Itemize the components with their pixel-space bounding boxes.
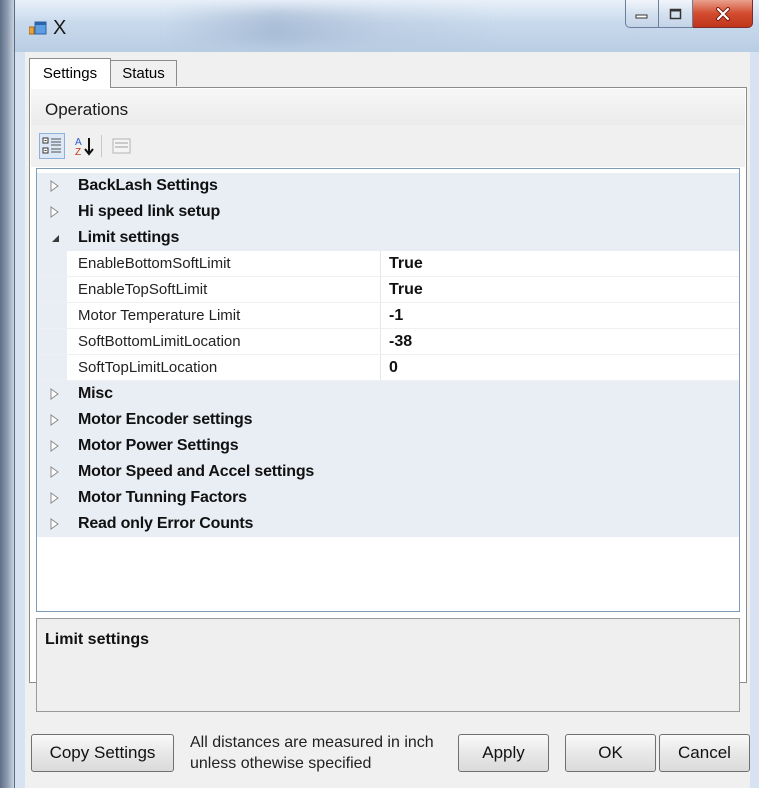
- expand-icon: [50, 518, 59, 530]
- title-bar[interactable]: X: [15, 0, 759, 52]
- expand-icon: [50, 388, 59, 400]
- category-row-read-only-error-counts[interactable]: Read only Error Counts: [37, 511, 739, 537]
- expand-icon: [50, 492, 59, 504]
- property-row-softbottomlimitlocation[interactable]: SoftBottomLimitLocation -38: [37, 329, 739, 355]
- category-label: Limit settings: [78, 229, 180, 246]
- property-value[interactable]: 0: [389, 359, 398, 377]
- copy-settings-button[interactable]: Copy Settings: [31, 734, 174, 772]
- property-name: EnableBottomSoftLimit: [78, 255, 231, 272]
- property-value[interactable]: True: [389, 255, 423, 273]
- minimize-icon: [635, 14, 648, 18]
- property-row-motor-temperature-limit[interactable]: Motor Temperature Limit -1: [37, 303, 739, 329]
- property-pages-button[interactable]: [109, 133, 135, 159]
- category-row-backlash-settings[interactable]: BackLash Settings: [37, 173, 739, 199]
- category-row-motor-speed-and-accel-settings[interactable]: Motor Speed and Accel settings: [37, 459, 739, 485]
- category-label: Motor Tunning Factors: [78, 489, 247, 506]
- expand-icon: [50, 440, 59, 452]
- cancel-button[interactable]: Cancel: [659, 734, 750, 772]
- maximize-button[interactable]: [659, 0, 693, 28]
- property-name: SoftTopLimitLocation: [78, 359, 218, 376]
- alphabetical-button[interactable]: A Z: [71, 133, 97, 159]
- expand-icon: [50, 180, 59, 192]
- caption-buttons: [625, 0, 753, 30]
- categorized-button[interactable]: [39, 133, 65, 159]
- category-label: Motor Power Settings: [78, 437, 239, 454]
- property-value[interactable]: -1: [389, 307, 403, 325]
- apply-button[interactable]: Apply: [458, 734, 549, 772]
- category-row-misc[interactable]: Misc: [37, 381, 739, 407]
- minimize-button[interactable]: [625, 0, 659, 28]
- categorized-icon: [42, 137, 61, 154]
- close-icon: [715, 6, 730, 21]
- expand-icon: [50, 414, 59, 426]
- category-row-limit-settings[interactable]: Limit settings: [37, 225, 739, 251]
- property-row-softtoplimitlocation[interactable]: SoftTopLimitLocation 0: [37, 355, 739, 381]
- category-label: BackLash Settings: [78, 177, 218, 194]
- property-value[interactable]: -38: [389, 333, 412, 351]
- category-label: Hi speed link setup: [78, 203, 221, 220]
- category-label: Motor Speed and Accel settings: [78, 463, 315, 480]
- desktop-background: [0, 0, 14, 788]
- window-title: X: [53, 17, 67, 39]
- category-row-hi-speed-link-setup[interactable]: Hi speed link setup: [37, 199, 739, 225]
- svg-text:Z: Z: [75, 147, 81, 157]
- category-row-motor-encoder-settings[interactable]: Motor Encoder settings: [37, 407, 739, 433]
- section-header: Operations: [31, 89, 745, 125]
- property-name: Motor Temperature Limit: [78, 307, 241, 324]
- maximize-icon: [669, 8, 681, 19]
- tab-settings[interactable]: Settings: [29, 58, 111, 88]
- property-value[interactable]: True: [389, 281, 423, 299]
- expand-icon: [50, 466, 59, 478]
- dialog-window: X Settings Status Operations A Z BackLas…: [14, 0, 759, 788]
- category-label: Motor Encoder settings: [78, 411, 253, 428]
- description-pane: Limit settings: [36, 618, 740, 712]
- property-grid: BackLash Settings Hi speed link setup Li…: [36, 168, 740, 612]
- ok-button[interactable]: OK: [565, 734, 656, 772]
- settings-tab-page: Operations A Z BackLash Settings Hi spee…: [29, 87, 747, 712]
- category-row-motor-tunning-factors[interactable]: Motor Tunning Factors: [37, 485, 739, 511]
- property-row-enablebottomsoftlimit[interactable]: EnableBottomSoftLimit True: [37, 251, 739, 277]
- category-row-motor-power-settings[interactable]: Motor Power Settings: [37, 433, 739, 459]
- category-label: Misc: [78, 385, 113, 402]
- expand-icon: [50, 206, 59, 218]
- property-grid-rows: BackLash Settings Hi speed link setup Li…: [37, 173, 739, 537]
- property-pages-icon: [112, 138, 131, 154]
- section-title: Operations: [45, 100, 129, 119]
- tab-status[interactable]: Status: [111, 60, 177, 86]
- property-row-enabletopsoftlimit[interactable]: EnableTopSoftLimit True: [37, 277, 739, 303]
- category-label: Read only Error Counts: [78, 515, 254, 532]
- footer-note: All distances are measured in inch unles…: [190, 734, 434, 772]
- close-button[interactable]: [693, 0, 753, 28]
- property-name: SoftBottomLimitLocation: [78, 333, 241, 350]
- description-title: Limit settings: [45, 631, 150, 648]
- dialog-client-area: Settings Status Operations A Z BackLash …: [25, 52, 750, 788]
- collapse-icon: [52, 235, 59, 242]
- app-icon: [28, 21, 47, 35]
- property-name: EnableTopSoftLimit: [78, 281, 208, 298]
- alphabetical-sort-icon: A Z: [75, 137, 94, 157]
- property-toolbar: A Z: [31, 125, 745, 167]
